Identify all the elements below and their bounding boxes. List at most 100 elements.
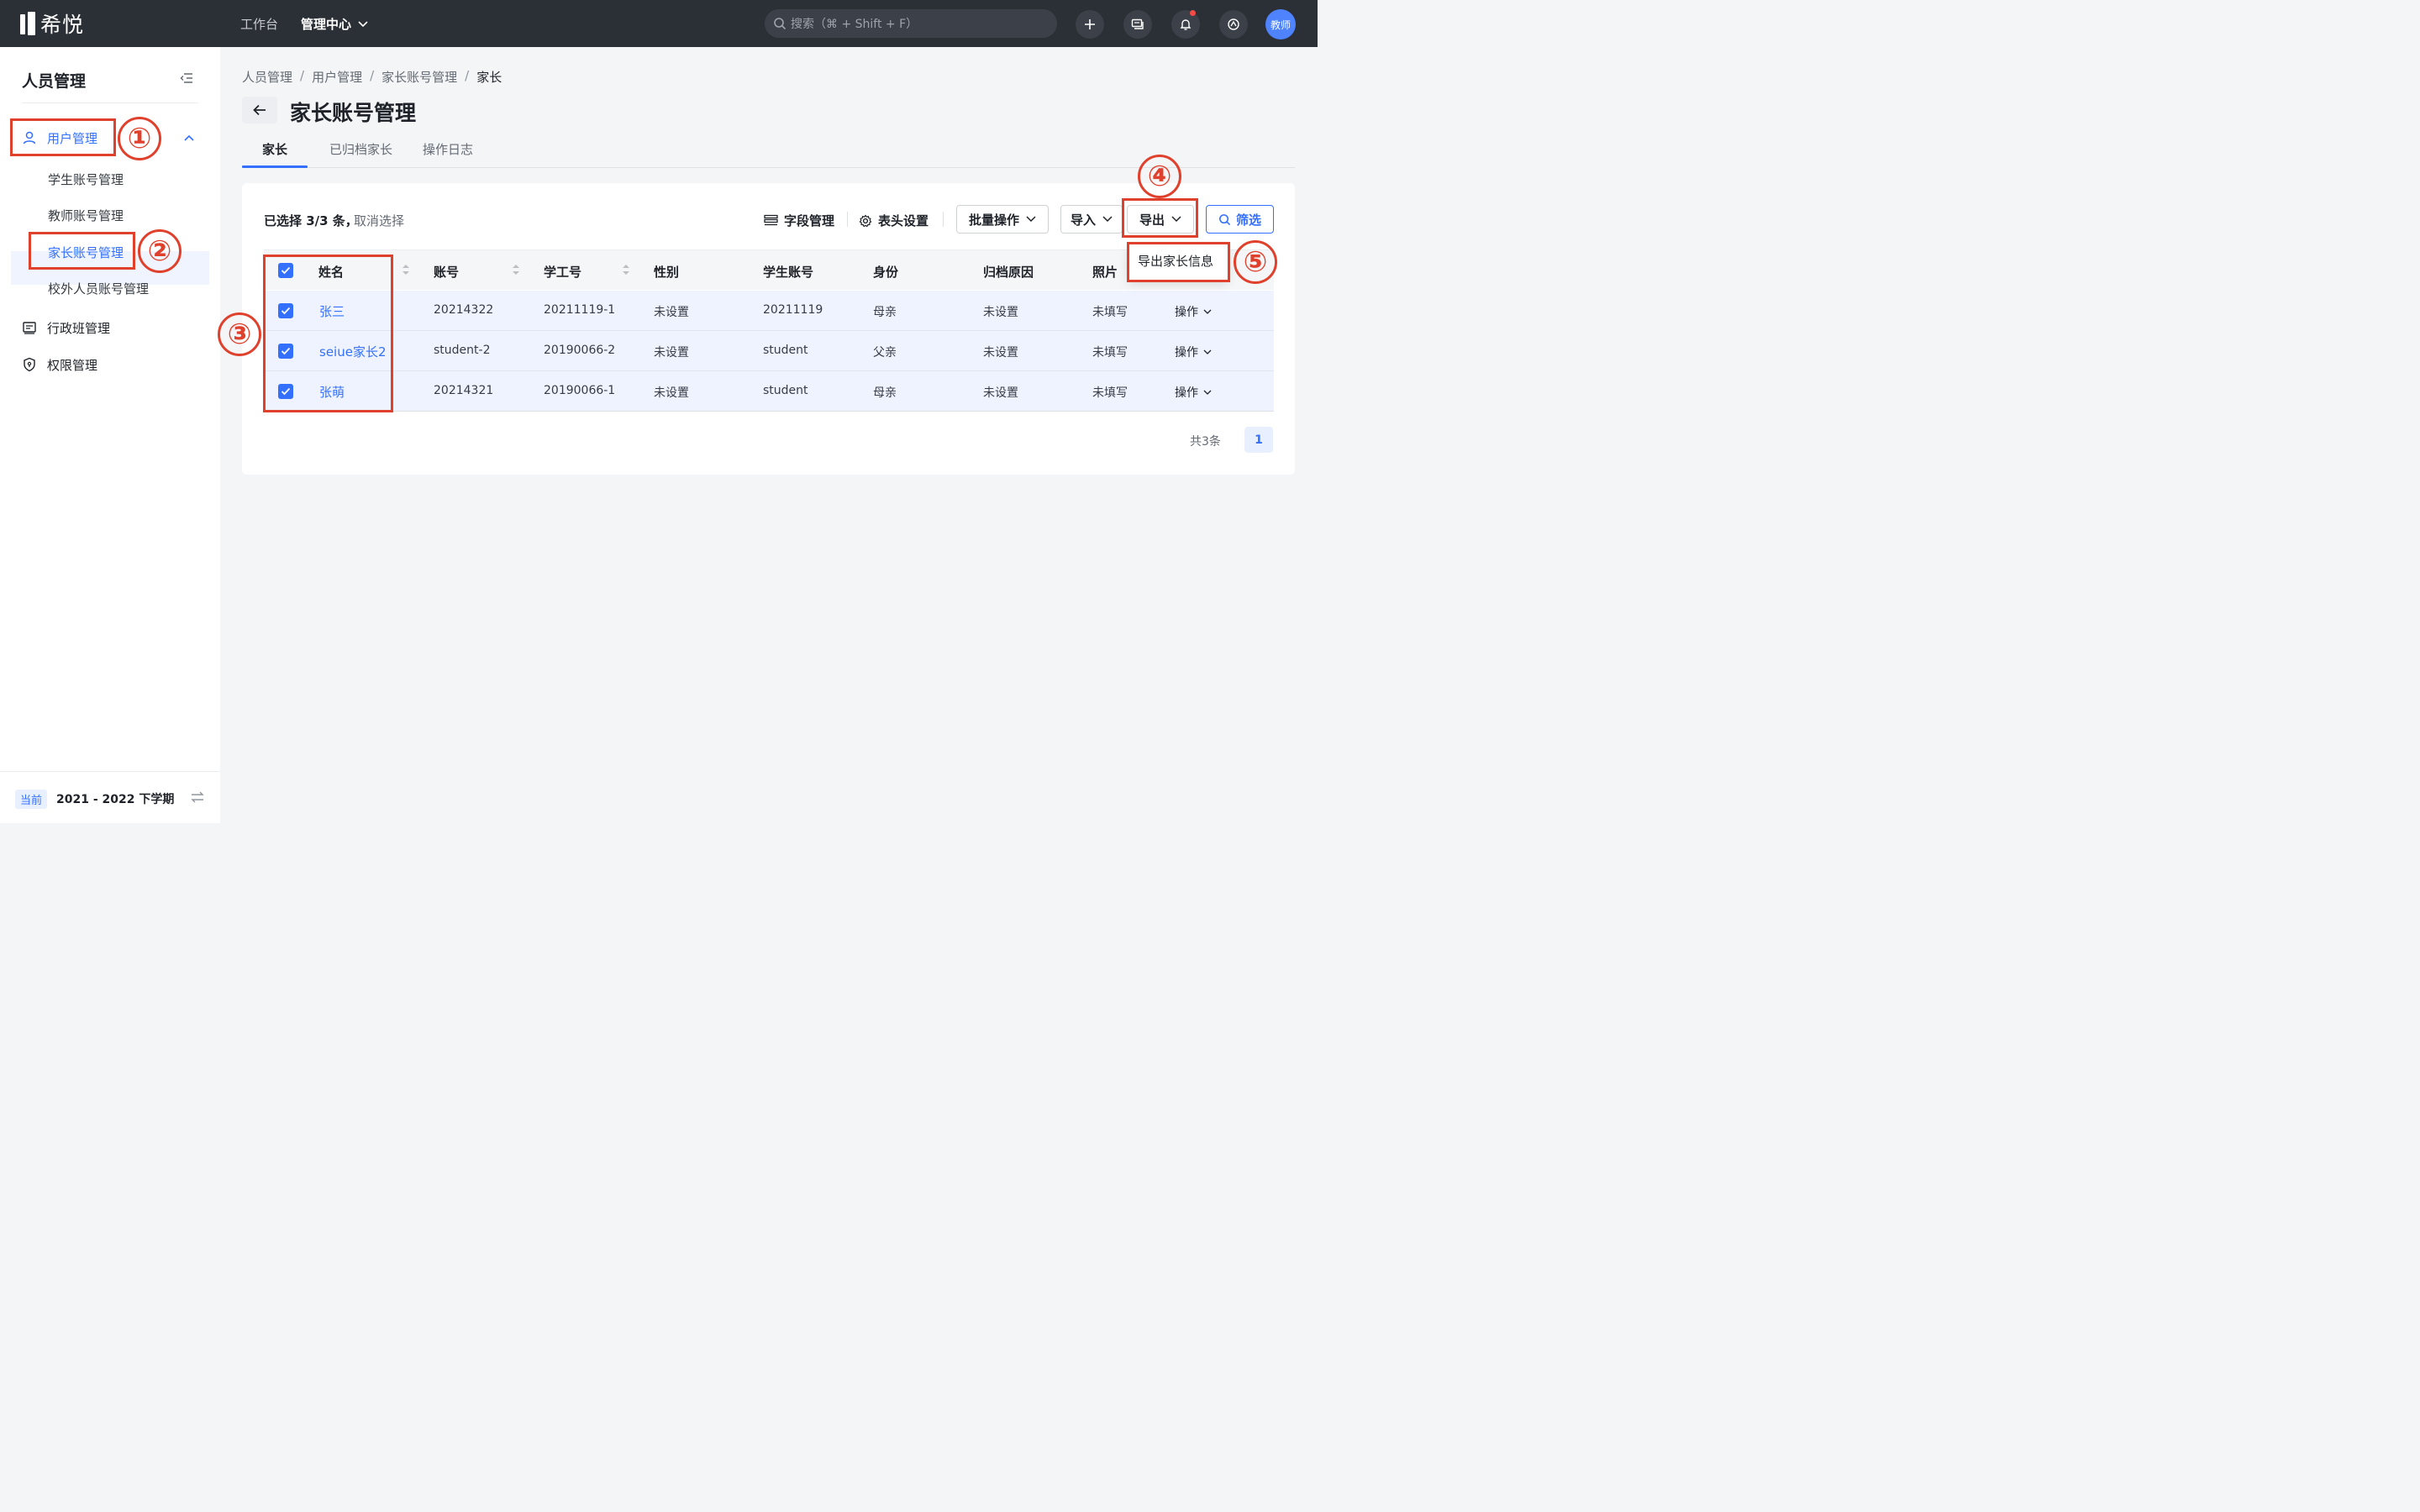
app-switch-icon (1228, 18, 1239, 30)
field-list-icon (764, 214, 778, 226)
sort-icon[interactable] (622, 263, 630, 276)
collapse-sidebar-icon[interactable] (180, 72, 193, 84)
user-avatar[interactable]: 教师 (1265, 9, 1296, 39)
cell-account: student-2 (434, 344, 491, 357)
nav-admin-center[interactable]: 管理中心 (301, 15, 368, 33)
create-button[interactable] (1076, 10, 1104, 39)
breadcrumb-current: 家长 (476, 70, 502, 85)
top-bar: 希悦 工作台 管理中心 搜索（⌘ + Shift + F） 教师 (0, 0, 1318, 47)
cell-staff-no: 20211119-1 (544, 303, 616, 317)
cell-archive-reason: 未设置 (983, 346, 1018, 360)
cancel-selection-link[interactable]: 取消选择 (354, 212, 404, 229)
cell-account: 20214321 (434, 384, 494, 397)
nav-workbench[interactable]: 工作台 (240, 15, 278, 33)
search-icon (1219, 213, 1231, 225)
filter-button[interactable]: 筛选 (1206, 205, 1274, 234)
field-manage-button[interactable]: 字段管理 (764, 212, 834, 229)
switch-term-icon[interactable] (191, 791, 204, 803)
sidebar-item-label: 权限管理 (47, 357, 98, 373)
cell-photo: 未填写 (1092, 346, 1128, 360)
cell-photo: 未填写 (1092, 306, 1128, 319)
sidebar-item-student-accounts[interactable]: 学生账号管理 (48, 171, 124, 188)
logo-text: 希悦 (40, 13, 85, 37)
column-header-archive-reason: 归档原因 (983, 265, 1034, 280)
annotation-number-3: ③ (218, 312, 261, 356)
annotation-box-5 (1127, 242, 1230, 282)
table-bottom-border (264, 411, 1274, 412)
row-actions-label: 操作 (1175, 386, 1198, 400)
filter-label: 筛选 (1235, 212, 1261, 228)
row-actions-dropdown[interactable]: 操作 (1175, 303, 1212, 320)
cell-identity: 母亲 (873, 306, 897, 319)
current-term-badge: 当前 (15, 790, 48, 809)
chevron-down-icon (1203, 390, 1212, 395)
cell-staff-no: 20190066-2 (544, 344, 616, 357)
messages-button[interactable] (1123, 10, 1152, 39)
annotation-number-4: ④ (1138, 155, 1181, 198)
sidebar-item-external-accounts[interactable]: 校外人员账号管理 (48, 280, 149, 297)
pagination-total: 共3条 (1190, 435, 1221, 449)
sidebar-item-teacher-accounts[interactable]: 教师账号管理 (48, 207, 124, 224)
current-term-text: 2021 - 2022 下学期 (56, 793, 175, 806)
global-search-input[interactable]: 搜索（⌘ + Shift + F） (765, 9, 1057, 38)
cell-identity: 父亲 (873, 346, 897, 360)
cell-gender: 未设置 (654, 306, 689, 319)
row-actions-dropdown[interactable]: 操作 (1175, 344, 1212, 360)
column-header-staff-no: 学工号 (544, 265, 582, 280)
gear-icon (859, 214, 872, 227)
breadcrumb-item[interactable]: 用户管理 (312, 68, 362, 86)
back-button[interactable] (242, 97, 277, 123)
toolbar-separator (847, 212, 848, 227)
annotation-number-2: ② (138, 229, 182, 273)
app-switch-button[interactable] (1219, 10, 1248, 39)
cell-student-account: student (763, 344, 808, 357)
bell-icon (1180, 19, 1192, 30)
chevron-up-icon[interactable] (184, 134, 194, 141)
notifications-button[interactable] (1171, 10, 1200, 39)
tab-operation-log[interactable]: 操作日志 (423, 140, 473, 158)
import-dropdown[interactable]: 导入 (1060, 205, 1123, 234)
cell-identity: 母亲 (873, 386, 897, 400)
sidebar-item-class-management[interactable]: 行政班管理 (0, 312, 220, 343)
breadcrumb-item[interactable]: 人员管理 (242, 68, 292, 86)
row-actions-label: 操作 (1175, 346, 1198, 360)
annotation-box-4 (1122, 198, 1198, 238)
search-icon (774, 18, 786, 30)
sidebar-title: 人员管理 (22, 72, 87, 91)
column-header-identity: 身份 (873, 265, 899, 280)
tab-parents[interactable]: 家长 (262, 140, 287, 158)
tab-archived-parents[interactable]: 已归档家长 (329, 140, 392, 158)
header-settings-button[interactable]: 表头设置 (859, 212, 929, 229)
annotation-box-1 (10, 118, 116, 156)
breadcrumb-separator: / (465, 68, 470, 83)
tabs-divider (242, 167, 1295, 168)
annotation-number-5: ⑤ (1234, 240, 1277, 284)
sidebar-item-permissions[interactable]: 权限管理 (0, 349, 220, 380)
chevron-down-icon (1026, 216, 1036, 223)
row-actions-dropdown[interactable]: 操作 (1175, 384, 1212, 401)
annotation-box-3 (263, 255, 393, 412)
cell-gender: 未设置 (654, 386, 689, 400)
tab-active-indicator (242, 165, 308, 168)
sidebar-item-label: 行政班管理 (47, 320, 111, 336)
chevron-down-icon (1203, 349, 1212, 354)
sort-icon[interactable] (512, 263, 520, 276)
cell-gender: 未设置 (654, 346, 689, 360)
breadcrumb: 人员管理 / 用户管理 / 家长账号管理 / 家长 (242, 68, 502, 86)
breadcrumb-item[interactable]: 家长账号管理 (381, 68, 457, 86)
chevron-down-icon (1102, 216, 1113, 223)
app-logo[interactable]: 希悦 (20, 11, 85, 37)
cell-account: 20214322 (434, 303, 494, 317)
batch-ops-dropdown[interactable]: 批量操作 (956, 205, 1049, 234)
sidebar-footer-divider (0, 771, 220, 772)
header-settings-label: 表头设置 (878, 213, 929, 228)
annotation-number-1: ① (118, 117, 161, 160)
plus-icon (1085, 19, 1095, 29)
notification-dot (1190, 10, 1196, 16)
column-header-photo: 照片 (1092, 265, 1118, 280)
pagination-page-1[interactable]: 1 (1244, 427, 1273, 453)
column-header-account: 账号 (434, 265, 460, 280)
field-manage-label: 字段管理 (784, 213, 835, 228)
sort-icon[interactable] (402, 263, 410, 276)
cell-student-account: student (763, 384, 808, 397)
